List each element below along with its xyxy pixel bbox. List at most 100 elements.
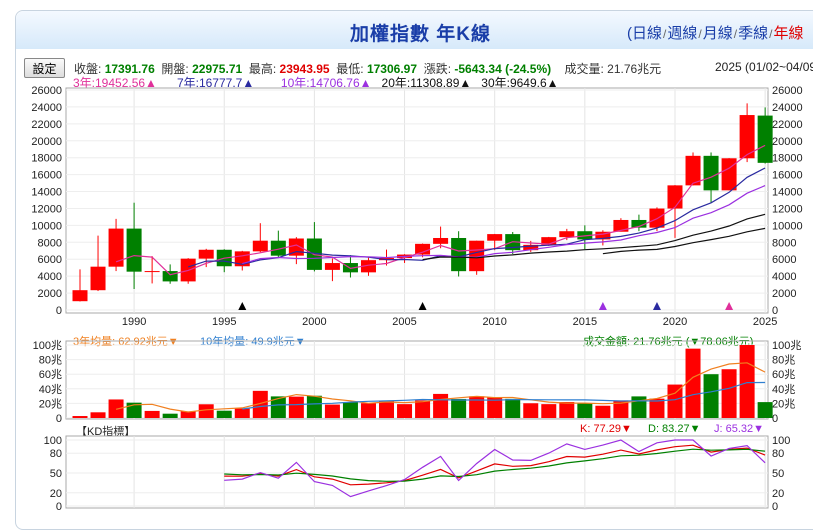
volume-tick: 100兆 bbox=[33, 339, 62, 352]
kd-tick-right: 50 bbox=[772, 468, 784, 480]
kd-tick-right: 20 bbox=[772, 488, 784, 500]
volume-bar-2007 bbox=[433, 393, 449, 418]
volume-bar-1994 bbox=[198, 404, 214, 418]
volume-bar-2015 bbox=[577, 403, 593, 418]
volume-bar-2011 bbox=[505, 398, 521, 418]
price-tick: 20000 bbox=[31, 136, 62, 148]
volume-bar-2006 bbox=[415, 400, 431, 418]
price-tick-right: 10000 bbox=[772, 220, 803, 232]
candle-2001 bbox=[324, 263, 340, 270]
candle-1997 bbox=[252, 240, 268, 252]
price-tick: 22000 bbox=[31, 119, 62, 131]
volume-tick-right: 40兆 bbox=[772, 383, 795, 396]
volume-bar-2023 bbox=[721, 369, 737, 418]
price-tick-right: 14000 bbox=[772, 187, 803, 199]
year-tick: 1995 bbox=[212, 316, 236, 328]
price-tick: 18000 bbox=[31, 153, 62, 165]
volume-bar-2003 bbox=[360, 403, 376, 418]
volume-bar-2004 bbox=[379, 400, 395, 418]
volume-bar-2005 bbox=[397, 404, 413, 418]
ma30-line bbox=[602, 227, 766, 255]
volume-bar-1995 bbox=[216, 410, 232, 418]
price-tick: 8000 bbox=[38, 237, 62, 249]
kd-tick: 100 bbox=[44, 435, 62, 447]
volume-bar-2025 bbox=[757, 402, 773, 418]
volume-bar-2020 bbox=[667, 384, 683, 418]
candle-2010 bbox=[487, 234, 503, 241]
volume-bar-2021 bbox=[685, 348, 701, 418]
volume-bar-2012 bbox=[523, 403, 539, 418]
volume-bar-2016 bbox=[595, 405, 611, 418]
price-tick: 0 bbox=[56, 305, 62, 317]
candle-1994 bbox=[198, 249, 214, 259]
year-tick: 2010 bbox=[482, 316, 506, 328]
volume-tick-right: 80兆 bbox=[772, 354, 795, 367]
volume-tick: 80兆 bbox=[39, 354, 62, 367]
candle-2007 bbox=[433, 237, 449, 244]
volume-bar-1988 bbox=[90, 412, 106, 418]
candle-2008 bbox=[451, 237, 467, 272]
price-tick: 16000 bbox=[31, 170, 62, 182]
volume-bar-2024 bbox=[739, 345, 755, 418]
price-tick-right: 24000 bbox=[772, 102, 803, 114]
kd-tick: 80 bbox=[50, 448, 62, 460]
candle-2023 bbox=[721, 158, 737, 191]
cross-marker-2016 bbox=[598, 302, 607, 310]
candle-1990 bbox=[126, 228, 142, 272]
volume-bar-2000 bbox=[306, 395, 322, 418]
volume-tick-right: 20兆 bbox=[772, 397, 795, 410]
year-tick: 2015 bbox=[573, 316, 597, 328]
volume-bar-1999 bbox=[288, 396, 304, 418]
kd-tick: 20 bbox=[50, 488, 62, 500]
volume-bar-1987 bbox=[72, 416, 88, 418]
price-tick-right: 6000 bbox=[772, 254, 796, 266]
kd-tick-right: 100 bbox=[772, 435, 790, 447]
price-tick-right: 2000 bbox=[772, 288, 796, 300]
volume-tick: 20兆 bbox=[39, 397, 62, 410]
volume-tick: 40兆 bbox=[39, 383, 62, 396]
kd-tick: 50 bbox=[50, 468, 62, 480]
volume-bar-1996 bbox=[234, 408, 250, 418]
volume-bar-1992 bbox=[162, 413, 178, 418]
price-tick-right: 26000 bbox=[772, 85, 803, 97]
year-tick: 2005 bbox=[392, 316, 416, 328]
year-tick: 2000 bbox=[302, 316, 326, 328]
price-tick-right: 18000 bbox=[772, 153, 803, 165]
volume-bar-2008 bbox=[451, 398, 467, 418]
volume-bar-2022 bbox=[703, 374, 719, 418]
candle-2020 bbox=[667, 185, 683, 209]
volume-tick-right: 0 bbox=[772, 413, 778, 425]
candle-2006 bbox=[415, 243, 431, 255]
price-tick-right: 12000 bbox=[772, 203, 803, 215]
candle-1987 bbox=[72, 290, 88, 302]
price-tick: 2000 bbox=[38, 288, 62, 300]
kd-tick: 0 bbox=[56, 501, 62, 513]
chart-svg: 26000 2600024000 2400022000 2200020000 20000… bbox=[31, 85, 803, 513]
volume-tick: 60兆 bbox=[39, 368, 62, 381]
year-tick: 2020 bbox=[663, 316, 687, 328]
volume-tick-right: 100兆 bbox=[772, 339, 801, 352]
kd-tick-right: 0 bbox=[772, 501, 778, 513]
cross-marker-2023 bbox=[725, 302, 734, 310]
volume-bar-1991 bbox=[144, 410, 160, 418]
price-tick: 10000 bbox=[31, 220, 62, 232]
kd-tick-right: 80 bbox=[772, 448, 784, 460]
volume-bar-2013 bbox=[541, 404, 557, 418]
price-tick-right: 16000 bbox=[772, 170, 803, 182]
year-tick: 1990 bbox=[122, 316, 146, 328]
volume-tick: 0 bbox=[56, 413, 62, 425]
volume-tick-right: 60兆 bbox=[772, 368, 795, 381]
price-tick: 6000 bbox=[38, 254, 62, 266]
price-tick-right: 20000 bbox=[772, 136, 803, 148]
candle-1992 bbox=[162, 271, 178, 282]
candle-2022 bbox=[703, 155, 719, 191]
volume-bar-2014 bbox=[559, 402, 575, 418]
price-tick-right: 8000 bbox=[772, 237, 796, 249]
price-tick: 26000 bbox=[31, 85, 62, 97]
candle-1991 bbox=[144, 271, 160, 273]
panel-frame-2 bbox=[65, 435, 769, 509]
year-tick: 2025 bbox=[753, 316, 777, 328]
candle-2014 bbox=[559, 231, 575, 238]
price-tick: 24000 bbox=[31, 102, 62, 114]
volume-bar-2001 bbox=[324, 404, 340, 418]
